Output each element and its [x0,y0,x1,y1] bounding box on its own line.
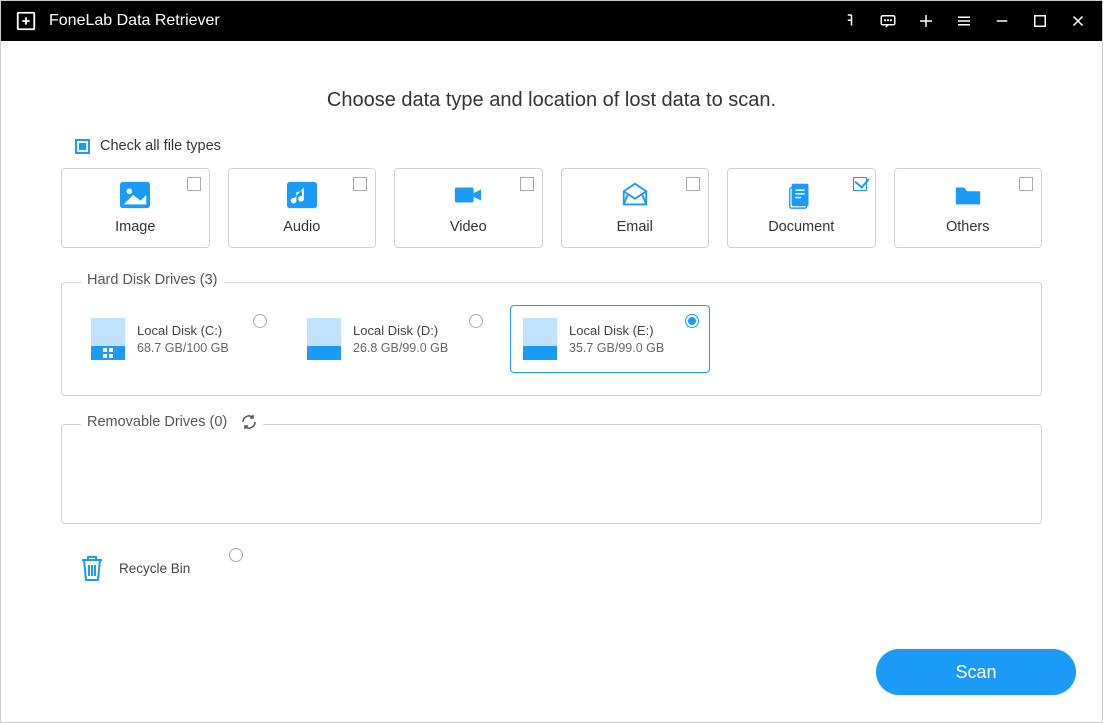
drive-radio[interactable] [685,314,699,328]
drive-size: 26.8 GB/99.0 GB [353,341,448,355]
drive-card-d[interactable]: Local Disk (D:) 26.8 GB/99.0 GB [294,305,494,373]
drive-icon [523,318,557,360]
removable-label-text: Removable Drives (0) [87,414,227,430]
drive-size: 35.7 GB/99.0 GB [569,341,664,355]
drive-name: Local Disk (D:) [353,323,448,338]
main-content: Choose data type and location of lost da… [1,41,1102,604]
type-checkbox[interactable] [1019,177,1033,191]
type-card-image[interactable]: Image [61,168,210,248]
recycle-bin-label: Recycle Bin [119,561,190,576]
drive-icon [91,318,125,360]
recycle-bin-icon [79,552,105,584]
add-icon[interactable] [916,11,936,31]
title-right [840,11,1088,31]
removable-drives-label: Removable Drives (0) [81,414,263,430]
maximize-icon[interactable] [1030,11,1050,31]
removable-drives-section: Removable Drives (0) [61,424,1042,524]
email-icon [620,181,650,209]
drive-icon [307,318,341,360]
drive-radio[interactable] [253,314,267,328]
close-icon[interactable] [1068,11,1088,31]
title-left: FoneLab Data Retriever [15,10,220,32]
type-checkbox[interactable] [686,177,700,191]
check-all-label: Check all file types [100,138,221,154]
drive-name: Local Disk (C:) [137,323,229,338]
check-all-row[interactable]: Check all file types [75,138,1042,154]
hard-drives-label: Hard Disk Drives (3) [81,272,224,288]
titlebar: FoneLab Data Retriever [1,1,1102,41]
type-card-audio[interactable]: Audio [228,168,377,248]
type-card-video[interactable]: Video [394,168,543,248]
type-label: Others [946,219,990,235]
type-checkbox[interactable] [353,177,367,191]
video-icon [453,181,483,209]
type-checkbox[interactable] [187,177,201,191]
document-icon [786,181,816,209]
drive-card-c[interactable]: Local Disk (C:) 68.7 GB/100 GB [78,305,278,373]
drive-card-e[interactable]: Local Disk (E:) 35.7 GB/99.0 GB [510,305,710,373]
type-label: Image [115,219,155,235]
drive-size: 68.7 GB/100 GB [137,341,229,355]
type-label: Video [450,219,487,235]
type-card-others[interactable]: Others [894,168,1043,248]
app-title: FoneLab Data Retriever [49,12,220,30]
feedback-icon[interactable] [878,11,898,31]
share-icon[interactable] [840,11,860,31]
type-card-document[interactable]: Document [727,168,876,248]
hard-drives-label-text: Hard Disk Drives (3) [87,272,218,288]
scan-button[interactable]: Scan [876,649,1076,695]
minimize-icon[interactable] [992,11,1012,31]
drive-radio[interactable] [469,314,483,328]
app-logo-icon [15,10,37,32]
type-checkbox[interactable] [853,177,867,191]
type-card-email[interactable]: Email [561,168,710,248]
audio-icon [287,181,317,209]
recycle-bin-row[interactable]: Recycle Bin [79,552,1042,584]
folder-icon [953,181,983,209]
hard-drives-section: Hard Disk Drives (3) Local Disk (C:) 68.… [61,282,1042,396]
type-label: Audio [283,219,320,235]
menu-icon[interactable] [954,11,974,31]
type-label: Document [768,219,834,235]
image-icon [120,181,150,209]
check-all-checkbox[interactable] [75,139,90,154]
hard-drives-row: Local Disk (C:) 68.7 GB/100 GB Local Dis… [78,305,1025,373]
recycle-radio[interactable] [229,548,243,562]
file-types-row: Image Audio Video Email [61,168,1042,248]
page-heading: Choose data type and location of lost da… [61,89,1042,112]
drive-name: Local Disk (E:) [569,323,664,338]
type-checkbox[interactable] [520,177,534,191]
type-label: Email [617,219,653,235]
refresh-icon[interactable] [241,414,257,430]
